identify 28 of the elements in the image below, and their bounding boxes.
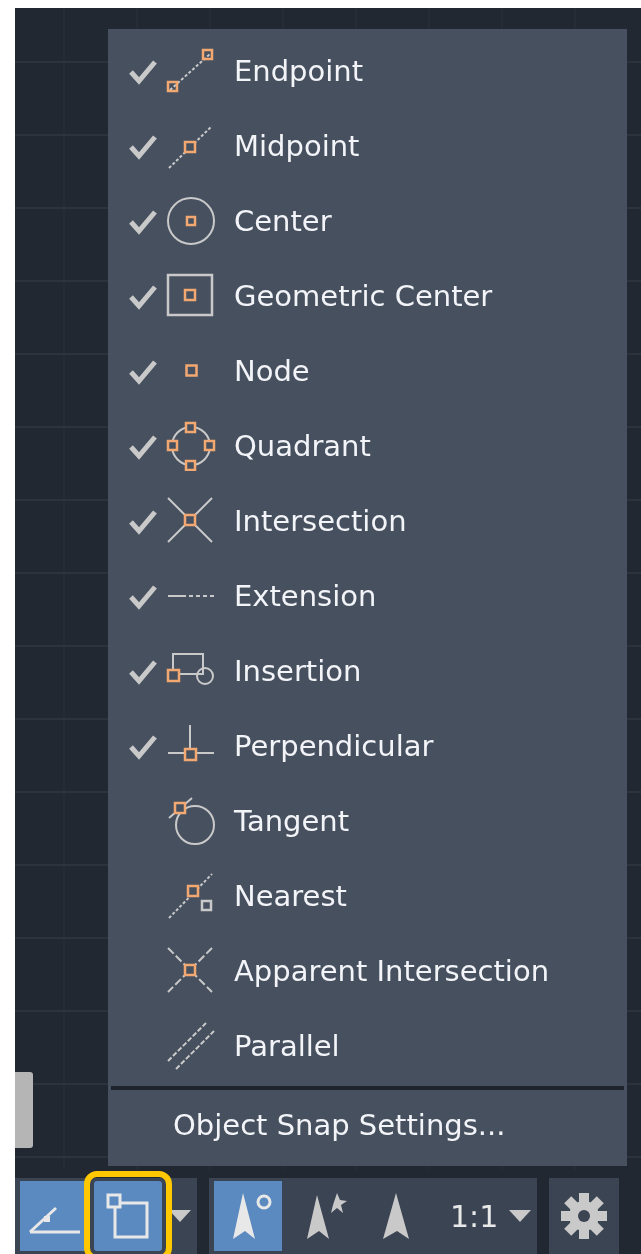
menu-item[interactable]: Nearest: [108, 858, 627, 933]
menu-item[interactable]: Quadrant: [108, 408, 627, 483]
menu-item[interactable]: Apparent Intersection: [108, 933, 627, 1008]
menu-item[interactable]: Extension: [108, 558, 627, 633]
menu-item[interactable]: Midpoint: [108, 108, 627, 183]
circle-tangent-icon: [166, 795, 216, 846]
dropdown-button[interactable]: [508, 1210, 533, 1222]
settings-icon: [559, 1191, 610, 1241]
menu-item[interactable]: Parallel: [108, 1008, 627, 1083]
scale-button[interactable]: 1:1: [436, 1198, 503, 1234]
menu-item[interactable]: Insertion: [108, 633, 627, 708]
object-snap-settings-item[interactable]: Object Snap Settings...: [108, 1090, 627, 1160]
toolbar-button[interactable]: [214, 1181, 282, 1251]
snap-square-icon: [105, 1191, 151, 1241]
menu-item[interactable]: Node: [108, 333, 627, 408]
small-square-icon: [184, 364, 198, 377]
caret-icon: [509, 1210, 532, 1222]
circle-center-icon: [166, 195, 216, 246]
menu-item[interactable]: Tangent: [108, 783, 627, 858]
menu-item[interactable]: Geometric Center: [108, 258, 627, 333]
circle-quadrants-icon: [166, 420, 216, 471]
dashed-line-icon: [166, 593, 216, 598]
menu-item[interactable]: Perpendicular: [108, 708, 627, 783]
parallel-lines-icon: [166, 1020, 216, 1071]
menu-item[interactable]: Center: [108, 183, 627, 258]
menu-item[interactable]: Intersection: [108, 483, 627, 558]
caret-icon: [169, 1210, 191, 1222]
menu-item[interactable]: Endpoint: [108, 33, 627, 108]
